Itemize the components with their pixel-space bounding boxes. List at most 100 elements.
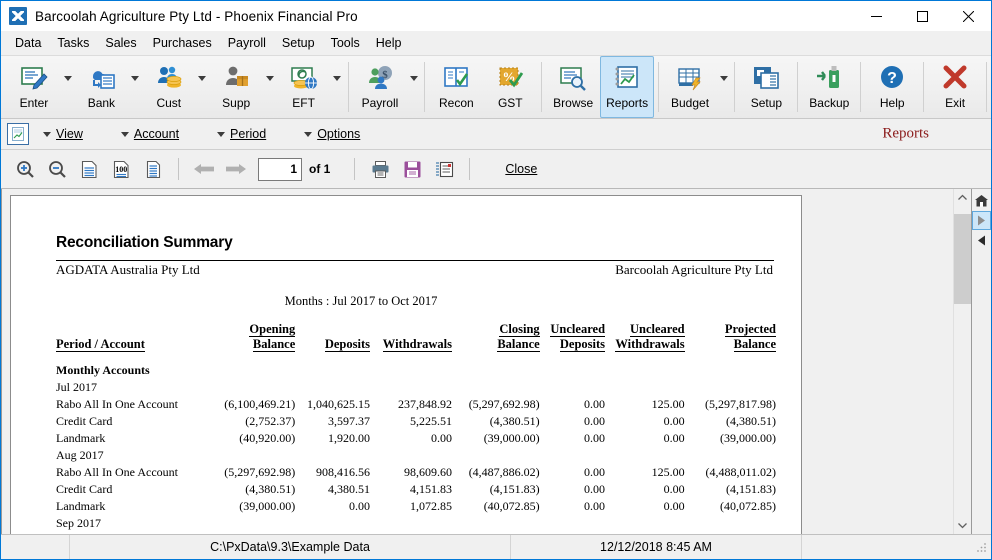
cell-deposits: 1,920.00: [327, 431, 370, 446]
fit-width-icon[interactable]: [73, 154, 105, 184]
play-left-icon[interactable]: [972, 231, 991, 250]
toolbar-label-backup: Backup: [809, 96, 850, 110]
toolbar-separator: [986, 62, 988, 112]
cell-uncleared-withdrawals: 0.00: [663, 414, 685, 429]
scrollbar-thumb[interactable]: [954, 214, 971, 304]
table-row[interactable]: Rabo All In One Account (5,297,692.98) 9…: [56, 464, 776, 481]
toolbar-label-gst: GST: [497, 96, 523, 110]
toolbar-dropdown-bank[interactable]: [128, 56, 141, 118]
bank-cloud-icon: [84, 62, 118, 94]
menu-item-payroll[interactable]: Payroll: [220, 33, 274, 53]
toolbar-button-eft[interactable]: EFT: [277, 56, 331, 118]
eft-globe-coins-icon: [287, 62, 321, 94]
chevron-down-icon: [333, 75, 342, 81]
toolbar-button-setup[interactable]: Setup: [739, 56, 793, 118]
table-row[interactable]: Credit Card (2,752.37) 3,597.37 5,225.51…: [56, 413, 776, 430]
toolbar-dropdown-budget[interactable]: [717, 56, 730, 118]
maximize-icon[interactable]: [899, 1, 945, 31]
scroll-up-arrow-icon[interactable]: [954, 189, 971, 206]
status-data-path: C:\PxData\9.3\Example Data: [70, 535, 511, 559]
toolbar-dropdown-payroll[interactable]: [407, 56, 420, 118]
chevron-down-icon: [304, 131, 313, 137]
viewbar-menu-view[interactable]: View: [43, 127, 83, 141]
scrollbar-track[interactable]: [954, 206, 971, 517]
menu-item-help[interactable]: Help: [368, 33, 410, 53]
report-company-name: Barcoolah Agriculture Pty Ltd: [615, 262, 773, 277]
toolbar-button-browse[interactable]: Browse: [546, 56, 600, 118]
zoom-in-icon[interactable]: [9, 154, 41, 184]
print-icon[interactable]: [364, 154, 396, 184]
home-icon[interactable]: [972, 191, 991, 210]
toolbar-dropdown-cust[interactable]: [196, 56, 209, 118]
report-toolbar: 100 1 of 1 Close: [1, 150, 991, 189]
viewbar-menu-options[interactable]: Options: [304, 127, 360, 141]
menu-item-tools[interactable]: Tools: [323, 33, 368, 53]
zoom-100-icon[interactable]: 100: [105, 154, 137, 184]
page-number-input[interactable]: 1: [258, 157, 302, 181]
toolbar-button-backup[interactable]: Backup: [802, 56, 856, 118]
save-floppy-icon[interactable]: [396, 154, 428, 184]
table-row[interactable]: Credit Card (4,380.51) 4,380.51 4,151.83…: [56, 481, 776, 498]
document-vertical-scrollbar[interactable]: [953, 189, 971, 534]
toolbar-label-cust: Cust: [156, 96, 182, 110]
account-name: Landmark: [56, 499, 106, 514]
cell-opening: (40,920.00): [239, 431, 296, 446]
cell-deposits: 3,597.37: [327, 414, 370, 429]
report-title-rule: [56, 260, 774, 261]
toolbar-button-bank[interactable]: Bank: [74, 56, 128, 118]
right-navigation-rail: [971, 189, 991, 534]
viewbar-label-account: Account: [133, 127, 180, 141]
page-count-label: of 1: [309, 162, 331, 176]
period-row: Sep 2017: [56, 515, 776, 532]
browse-magnifier-icon: [556, 62, 590, 94]
viewbar-menu-account[interactable]: Account: [120, 127, 180, 141]
toolbar-button-cust[interactable]: Cust: [142, 56, 196, 118]
toolbar-button-supp[interactable]: Supp: [209, 56, 263, 118]
chevron-down-icon: [43, 131, 51, 137]
period-row: Jul 2017: [56, 379, 776, 396]
group-label: Monthly Accounts: [56, 363, 150, 377]
menu-item-setup[interactable]: Setup: [274, 33, 323, 53]
cell-projected: (40,072.85): [720, 499, 776, 514]
viewbar-menu-period[interactable]: Period: [217, 127, 266, 141]
zoom-out-icon[interactable]: [41, 154, 73, 184]
toolbar-button-recon[interactable]: Recon: [429, 56, 483, 118]
toolbar-dropdown-enter[interactable]: [61, 56, 74, 118]
title-bar: Barcoolah Agriculture Pty Ltd - Phoenix …: [1, 1, 991, 31]
menu-item-data[interactable]: Data: [7, 33, 49, 53]
prev-page-arrow-icon[interactable]: [188, 154, 220, 184]
cell-uncleared-deposits: 0.00: [584, 482, 606, 497]
reports-chart-icon: [610, 62, 644, 94]
minimize-icon[interactable]: [853, 1, 899, 31]
viewbar-label-view: View: [56, 127, 83, 141]
toolbar-dropdown-eft[interactable]: [331, 56, 344, 118]
cell-projected: (4,488,011.02): [705, 465, 776, 480]
cell-closing: (39,000.00): [483, 431, 540, 446]
next-page-arrow-icon[interactable]: [220, 154, 252, 184]
toolbar-button-gst[interactable]: % GST: [483, 56, 537, 118]
play-right-icon[interactable]: [972, 211, 991, 230]
close-icon[interactable]: [945, 1, 991, 31]
close-report-button[interactable]: Close: [505, 162, 537, 176]
toolbar-button-help[interactable]: ? Help: [865, 56, 919, 118]
table-row[interactable]: Landmark (40,920.00) 1,920.00 0.00 (39,0…: [56, 430, 776, 447]
toolbar-button-enter[interactable]: Enter: [7, 56, 61, 118]
chevron-down-icon: [217, 131, 226, 137]
menu-item-tasks[interactable]: Tasks: [49, 33, 97, 53]
resize-grip-icon[interactable]: [975, 541, 987, 553]
column-header-deposits: Deposits: [324, 337, 370, 352]
toolbar-button-exit[interactable]: Exit: [928, 56, 982, 118]
toolbar-button-payroll[interactable]: $ Payroll: [353, 56, 407, 118]
menu-item-purchases[interactable]: Purchases: [145, 33, 220, 53]
toolbar-label-enter: Enter: [19, 96, 49, 110]
toolbar-button-budget[interactable]: Budget: [663, 56, 717, 118]
export-icon[interactable]: [428, 154, 460, 184]
toolbar-dropdown-supp[interactable]: [263, 56, 276, 118]
table-row[interactable]: Rabo All In One Account (6,100,469.21) 1…: [56, 396, 776, 413]
table-row[interactable]: Landmark (39,000.00) 0.00 1,072.85 (40,0…: [56, 498, 776, 515]
supplier-box-icon: [219, 62, 253, 94]
menu-item-sales[interactable]: Sales: [97, 33, 144, 53]
toolbar-button-reports[interactable]: Reports: [600, 56, 655, 118]
fit-page-icon[interactable]: [137, 154, 169, 184]
scroll-down-arrow-icon[interactable]: [954, 517, 971, 534]
